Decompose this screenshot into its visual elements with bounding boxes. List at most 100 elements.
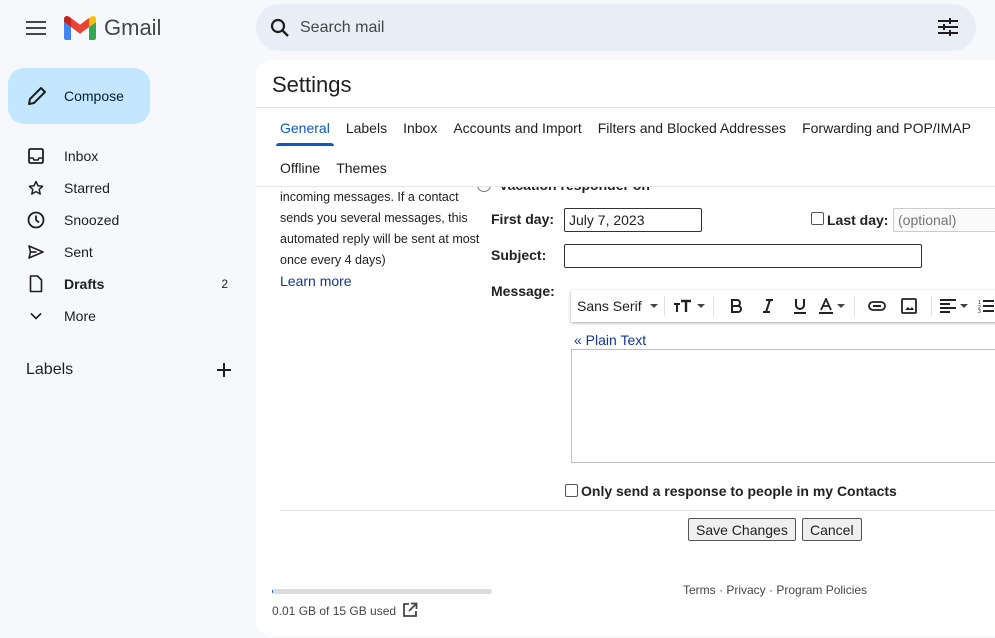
insert-image-button[interactable] <box>895 294 923 318</box>
tab-themes[interactable]: Themes <box>328 158 395 186</box>
clock-icon <box>26 210 46 230</box>
bold-icon <box>730 299 742 313</box>
last-day-label: Last day: <box>827 212 889 228</box>
footer-links: Terms · Privacy · Program Policies <box>683 583 867 597</box>
compose-button[interactable]: Compose <box>8 68 150 124</box>
plain-text-link[interactable]: « Plain Text <box>574 332 646 348</box>
align-button[interactable] <box>939 294 968 318</box>
labels-title: Labels <box>26 361 74 378</box>
sidebar-item-label: More <box>64 308 96 324</box>
tab-accounts-and-import[interactable]: Accounts and Import <box>445 118 589 146</box>
storage-usage-bar <box>272 589 492 594</box>
font-family-select[interactable]: Sans Serif <box>577 298 658 314</box>
divider <box>853 296 855 316</box>
numbered-list-button[interactable]: 123 <box>972 294 995 318</box>
first-day-input[interactable] <box>564 208 702 232</box>
sidebar-item-sent[interactable]: Sent <box>0 236 250 268</box>
vacation-on-radio[interactable] <box>477 187 491 192</box>
link-separator: · <box>715 583 727 597</box>
divider <box>663 296 665 316</box>
hamburger-menu-icon <box>26 21 46 35</box>
vacation-description-text: incoming messages. If a contact sends yo… <box>280 190 480 267</box>
privacy-link[interactable]: Privacy <box>726 583 765 597</box>
tab-offline[interactable]: Offline <box>272 158 328 186</box>
formatting-toolbar: Sans Serif 1 2 3 <box>571 290 995 322</box>
bold-button[interactable] <box>722 294 750 318</box>
image-icon <box>900 298 917 314</box>
search-bar <box>256 4 976 51</box>
open-in-new-icon[interactable] <box>402 602 418 618</box>
sidebar-item-label: Inbox <box>64 148 99 164</box>
plus-icon[interactable] <box>212 358 236 382</box>
vacation-responder-section: incoming messages. If a contact sends yo… <box>256 187 995 636</box>
sidebar-nav: Inbox Starred Snoozed Sent Drafts 2 More <box>0 140 250 332</box>
text-color-button[interactable] <box>818 294 846 318</box>
sidebar-item-inbox[interactable]: Inbox <box>0 140 250 172</box>
app-name: Gmail <box>104 15 162 40</box>
search-icon[interactable] <box>268 16 292 40</box>
tab-forwarding-and-pop-imap[interactable]: Forwarding and POP/IMAP <box>794 118 979 146</box>
divider <box>712 296 714 316</box>
caret-down-icon <box>959 304 968 308</box>
divider <box>280 510 995 511</box>
settings-panel: Settings General Labels Inbox Accounts a… <box>256 60 995 636</box>
pencil-icon <box>25 84 49 108</box>
insert-link-button[interactable] <box>863 294 891 318</box>
font-size-icon <box>673 299 691 312</box>
sidebar-item-more[interactable]: More <box>0 300 250 332</box>
sidebar-item-label: Snoozed <box>64 212 120 228</box>
align-left-icon <box>939 299 956 313</box>
vacation-on-option[interactable]: Vacation responder on <box>477 187 650 193</box>
divider <box>930 296 932 316</box>
sidebar-item-snoozed[interactable]: Snoozed <box>0 204 250 236</box>
main-menu-button[interactable] <box>20 12 52 44</box>
terms-link[interactable]: Terms <box>683 583 716 597</box>
last-day-input[interactable] <box>893 208 995 232</box>
sidebar-item-starred[interactable]: Starred <box>0 172 250 204</box>
tab-filters-and-blocked-addresses[interactable]: Filters and Blocked Addresses <box>590 118 794 146</box>
chevron-down-icon <box>26 306 46 326</box>
gmail-m-icon <box>64 16 96 40</box>
numbered-list-icon: 123 <box>978 300 994 313</box>
last-day-checkbox[interactable] <box>811 212 824 225</box>
caret-down-icon <box>836 304 845 308</box>
underline-icon <box>793 299 806 314</box>
search-input[interactable] <box>300 18 900 37</box>
draft-icon <box>26 274 46 294</box>
message-body-editor[interactable] <box>571 349 995 463</box>
font-size-button[interactable] <box>673 294 705 318</box>
message-label: Message: <box>491 283 555 299</box>
subject-input[interactable] <box>564 244 922 268</box>
underline-button[interactable] <box>786 294 814 318</box>
svg-text:3: 3 <box>978 309 981 313</box>
caret-down-icon <box>649 304 658 308</box>
gmail-logo[interactable]: Gmail <box>64 15 161 41</box>
divider <box>256 107 995 108</box>
sidebar-item-drafts[interactable]: Drafts 2 <box>0 268 250 300</box>
sidebar-item-label: Starred <box>64 180 110 196</box>
italic-button[interactable] <box>754 294 782 318</box>
tab-inbox[interactable]: Inbox <box>395 118 445 146</box>
cancel-button[interactable]: Cancel <box>802 518 862 541</box>
labels-section-header: Labels <box>26 358 236 382</box>
first-day-label: First day: <box>491 211 555 227</box>
tab-labels[interactable]: Labels <box>338 118 395 146</box>
save-changes-button[interactable]: Save Changes <box>688 518 796 541</box>
program-policies-link[interactable]: Program Policies <box>776 583 867 597</box>
italic-icon <box>762 299 773 313</box>
vacation-on-label: Vacation responder on <box>499 187 650 193</box>
settings-tabs: General Labels Inbox Accounts and Import… <box>272 118 979 146</box>
subject-label: Subject: <box>491 247 547 263</box>
send-icon <box>26 242 46 262</box>
inbox-icon <box>26 146 46 166</box>
tab-general[interactable]: General <box>272 118 338 146</box>
link-separator: · <box>765 583 777 597</box>
sidebar-item-label: Drafts <box>64 276 105 292</box>
search-options-icon[interactable] <box>936 15 960 39</box>
compose-label: Compose <box>64 88 124 104</box>
caret-down-icon <box>696 304 705 308</box>
contacts-only-checkbox[interactable] <box>565 484 578 497</box>
learn-more-link[interactable]: Learn more <box>280 271 485 292</box>
vacation-description: incoming messages. If a contact sends yo… <box>280 187 485 292</box>
font-family-value: Sans Serif <box>577 298 642 314</box>
